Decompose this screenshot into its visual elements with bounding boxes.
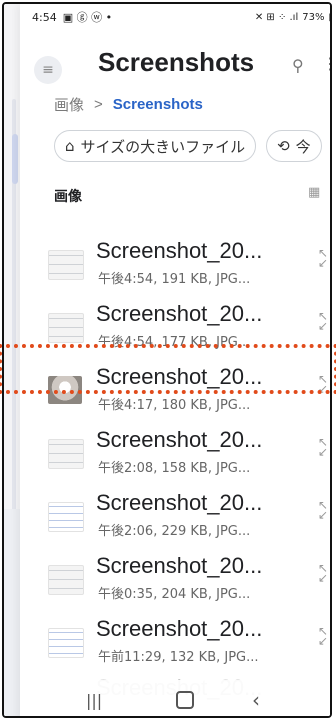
file-name: Screenshot_20... [96,553,263,578]
file-list: Screenshot_20... 午後4:54, 191 KB, JPG... … [38,232,330,716]
expand-icon[interactable]: ↖↗↙↘ [318,373,330,395]
grid-icon: ▦ [308,185,321,200]
home-icon[interactable] [176,691,194,709]
thumbnail [48,565,84,595]
thumbnail [48,376,82,404]
tag-icon: ⌂ [65,137,75,155]
chip-label: 今 [295,137,311,156]
recents-icon[interactable]: ||| [86,691,102,710]
thumbnail [48,502,84,532]
breadcrumb: 画像 > Screenshots [54,94,203,115]
menu-icon: ≡ [42,62,54,78]
thumbnail [48,628,84,658]
file-name: Screenshot_20... [96,616,263,641]
file-meta: 午後2:06, 229 KB, JPG... [98,524,251,539]
file-meta: 午後0:35, 204 KB, JPG... [98,587,251,602]
expand-icon[interactable]: ↖↗↙↘ [318,625,330,647]
list-item[interactable]: Screenshot_20... 午後2:06, 229 KB, JPG... … [38,484,330,547]
breadcrumb-root[interactable]: 画像 [54,94,84,115]
status-time: 4:54 [32,10,57,24]
breadcrumb-separator: > [94,96,103,113]
expand-icon[interactable]: ↖↗↙↘ [318,310,330,332]
device: 4:54 ▣ ⓖ ⓦ • ✕ ⊞ ⁘ .ıl 73% ▮ ≡ Screensho… [0,0,336,721]
clock-history-icon: ⟲ [277,137,290,155]
search-icon: ⚲ [292,56,304,75]
back-icon[interactable]: ‹ [252,688,260,712]
background-scroll-thumb [12,134,18,184]
file-meta: 午前11:29, 132 KB, JPG... [98,650,259,665]
file-name: Screenshot_20... [96,427,263,452]
page-title: Screenshots [98,47,255,77]
expand-icon[interactable]: ↖↗↙↘ [318,247,330,269]
file-meta: 午後4:17, 180 KB, JPG... [98,398,251,413]
file-meta: 午後4:54, 177 KB, JPG... [98,335,251,350]
menu-button[interactable]: ≡ [34,56,62,84]
list-item[interactable]: Screenshot_20... 午後0:35, 204 KB, JPG... … [38,547,330,610]
file-name: Screenshot_20... [96,301,263,326]
breadcrumb-current[interactable]: Screenshots [113,96,203,113]
file-name: Screenshot_20... [96,364,263,389]
thumbnail [48,250,84,280]
thumbnail [48,439,84,469]
battery-level: 73% [302,11,325,23]
file-name: Screenshot_20... [96,490,263,515]
list-item[interactable]: Screenshot_20... 午後2:08, 158 KB, JPG... … [38,421,330,484]
search-button[interactable]: ⚲ [292,56,304,75]
view-toggle-button[interactable]: ▦ [308,185,320,200]
chip-large-files[interactable]: ⌂ サイズの大きいファイル [54,130,257,162]
more-options-button[interactable]: ⋮ [322,54,330,73]
list-item[interactable]: Screenshot_20... 午後4:54, 191 KB, JPG... … [38,232,330,295]
status-bar: 4:54 ▣ ⓖ ⓦ • ✕ ⊞ ⁘ .ıl 73% ▮ [20,4,330,30]
thumbnail [48,313,84,343]
section-title: 画像 [54,189,82,205]
file-meta: 午後2:08, 158 KB, JPG... [98,461,251,476]
expand-icon[interactable]: ↖↗↙↘ [318,436,330,458]
file-meta: 午後4:54, 191 KB, JPG... [98,272,251,287]
chip-label: サイズの大きいファイル [80,137,246,156]
expand-icon[interactable]: ↖↗↙↘ [318,499,330,521]
system-nav-bar: ||| ‹ [20,680,330,716]
list-item[interactable]: Screenshot_20... 午後4:54, 177 KB, JPG... … [38,295,330,358]
list-item[interactable]: Screenshot_20... 午後4:17, 180 KB, JPG... … [38,358,330,421]
more-vert-icon: ⋮ [322,54,330,73]
notification-icons: ▣ ⓖ ⓦ • [62,11,113,24]
phone-frame: 4:54 ▣ ⓖ ⓦ • ✕ ⊞ ⁘ .ıl 73% ▮ ≡ Screensho… [2,2,332,718]
list-item[interactable]: Screenshot_20... 午前11:29, 132 KB, JPG...… [38,610,330,673]
file-name: Screenshot_20... [96,238,263,263]
filter-chips: ⌂ サイズの大きいファイル ⟲ 今 [54,130,330,164]
file-browser-window: 4:54 ▣ ⓖ ⓦ • ✕ ⊞ ⁘ .ıl 73% ▮ ≡ Screensho… [20,4,330,716]
expand-icon[interactable]: ↖↗↙↘ [318,562,330,584]
chip-recent[interactable]: ⟲ 今 [266,130,322,162]
signal-icons: ✕ ⊞ ⁘ .ıl [254,11,299,23]
battery-icon: ▮ [328,12,330,23]
